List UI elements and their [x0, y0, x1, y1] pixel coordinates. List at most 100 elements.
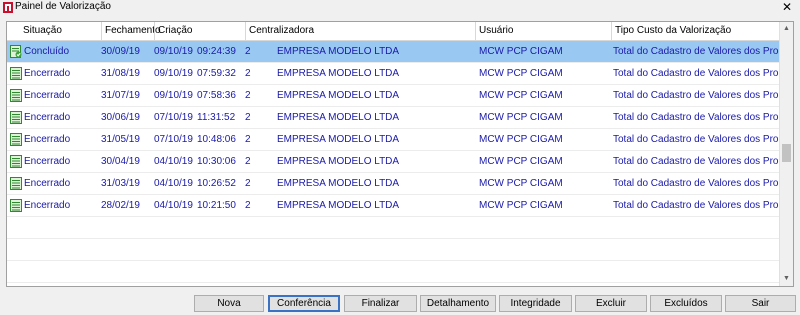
cell-situacao: Encerrado	[24, 134, 71, 145]
cell-situacao: Encerrado	[24, 112, 71, 123]
cell-fechamento: 31/03/19	[101, 178, 140, 189]
cell-tipo-custo: Total do Cadastro de Valores dos Process…	[613, 68, 794, 79]
scrollbar-thumb[interactable]	[782, 144, 791, 162]
column-header-fechamento[interactable]: Fechamento	[101, 22, 161, 40]
cell-tipo-custo: Total do Cadastro de Valores dos Process…	[613, 112, 794, 123]
cell-criacao-hora: 07:59:32	[197, 68, 236, 79]
cell-criacao-data: 04/10/19	[154, 200, 193, 211]
table-row[interactable]: Encerrado 30/06/19 07/10/19 11:31:52 2 EMPRES…	[7, 107, 793, 129]
cell-centralizadora-nome: EMPRESA MODELO LTDA	[277, 200, 400, 211]
document-icon	[10, 155, 22, 168]
cell-centralizadora-nome: EMPRESA MODELO LTDA	[277, 134, 400, 145]
cell-centralizadora-nome: EMPRESA MODELO LTDA	[277, 90, 400, 101]
valorizacao-grid[interactable]: Situação Fechamento Criação Centralizado…	[6, 21, 794, 287]
cell-fechamento: 31/08/19	[101, 68, 140, 79]
cell-usuario: MCW PCP CIGAM	[479, 46, 563, 57]
cell-usuario: MCW PCP CIGAM	[479, 200, 563, 211]
table-row[interactable]: Encerrado 31/05/19 07/10/19 10:48:06 2 EMPRES…	[7, 129, 793, 151]
cell-fechamento: 30/09/19	[101, 46, 140, 57]
cell-tipo-custo: Total do Cadastro de Valores dos Process…	[613, 200, 794, 211]
column-header-situacao[interactable]: Situação	[7, 22, 101, 40]
table-row[interactable]: Concluído 30/09/19 09/10/19 09:24:39 2 EMPRES…	[7, 41, 793, 63]
cell-tipo-custo: Total do Cadastro de Valores dos Process…	[613, 46, 794, 57]
empty-row	[7, 261, 779, 283]
cell-tipo-custo: Total do Cadastro de Valores dos Process…	[613, 90, 794, 101]
column-header-usuario[interactable]: Usuário	[475, 22, 611, 40]
grid-header: Situação Fechamento Criação Centralizado…	[7, 22, 779, 41]
cell-criacao-hora: 10:30:06	[197, 156, 236, 167]
cell-centralizadora-cod: 2	[245, 90, 251, 101]
cell-centralizadora-nome: EMPRESA MODELO LTDA	[277, 112, 400, 123]
grid-rows: Concluído 30/09/19 09/10/19 09:24:39 2 EMPRES…	[7, 41, 793, 286]
cell-usuario: MCW PCP CIGAM	[479, 156, 563, 167]
cell-usuario: MCW PCP CIGAM	[479, 90, 563, 101]
close-button[interactable]: ✕	[774, 0, 800, 15]
cell-fechamento: 30/04/19	[101, 156, 140, 167]
cell-centralizadora-cod: 2	[245, 68, 251, 79]
cell-centralizadora-cod: 2	[245, 134, 251, 145]
cell-tipo-custo: Total do Cadastro de Valores dos Process…	[613, 134, 794, 145]
cell-centralizadora-nome: EMPRESA MODELO LTDA	[277, 46, 400, 57]
table-row[interactable]: Encerrado 31/03/19 04/10/19 10:26:52 2 EMPRES…	[7, 173, 793, 195]
document-icon	[10, 67, 22, 80]
cell-criacao-hora: 10:48:06	[197, 134, 236, 145]
vertical-scrollbar[interactable]: ▲ ▼	[779, 22, 793, 286]
cell-centralizadora-cod: 2	[245, 200, 251, 211]
integridade-button[interactable]: Integridade	[499, 295, 572, 312]
table-row[interactable]: Encerrado 28/02/19 04/10/19 10:21:50 2 EMPRES…	[7, 195, 793, 217]
empty-row	[7, 217, 779, 239]
column-header-tipo-custo[interactable]: Tipo Custo da Valorização	[611, 22, 779, 40]
column-header-centralizadora[interactable]: Centralizadora	[245, 22, 475, 40]
cell-criacao-data: 09/10/19	[154, 90, 193, 101]
nova-button[interactable]: Nova	[194, 295, 264, 312]
cell-fechamento: 28/02/19	[101, 200, 140, 211]
cell-criacao-data: 07/10/19	[154, 112, 193, 123]
cell-centralizadora-nome: EMPRESA MODELO LTDA	[277, 178, 400, 189]
cell-usuario: MCW PCP CIGAM	[479, 68, 563, 79]
document-icon	[10, 133, 22, 146]
cell-criacao-data: 04/10/19	[154, 178, 193, 189]
document-icon	[10, 199, 22, 212]
cell-fechamento: 31/05/19	[101, 134, 140, 145]
cell-tipo-custo: Total do Cadastro de Valores dos Process…	[613, 178, 794, 189]
table-row[interactable]: Encerrado 30/04/19 04/10/19 10:30:06 2 EMPRES…	[7, 151, 793, 173]
cell-centralizadora-nome: EMPRESA MODELO LTDA	[277, 156, 400, 167]
cell-usuario: MCW PCP CIGAM	[479, 178, 563, 189]
excluir-button[interactable]: Excluir	[575, 295, 647, 312]
cell-situacao: Encerrado	[24, 68, 71, 79]
cell-criacao-data: 09/10/19	[154, 68, 193, 79]
empty-row	[7, 239, 779, 261]
app-logo-icon	[3, 2, 13, 13]
sair-button[interactable]: Sair	[725, 295, 796, 312]
scroll-up-arrow-icon[interactable]: ▲	[780, 22, 793, 36]
cell-centralizadora-cod: 2	[245, 112, 251, 123]
table-row[interactable]: Encerrado 31/08/19 09/10/19 07:59:32 2 EMPRES…	[7, 63, 793, 85]
cell-criacao-data: 09/10/19	[154, 46, 193, 57]
cell-fechamento: 30/06/19	[101, 112, 140, 123]
finalizar-button[interactable]: Finalizar	[344, 295, 417, 312]
empty-row	[7, 283, 779, 286]
action-button-bar: Nova Conferência Finalizar Detalhamento …	[0, 295, 800, 313]
detalhamento-button[interactable]: Detalhamento	[420, 295, 496, 312]
document-icon	[10, 111, 22, 124]
excluidos-button[interactable]: Excluídos	[650, 295, 722, 312]
cell-situacao: Concluído	[24, 46, 70, 57]
table-row[interactable]: Encerrado 31/07/19 09/10/19 07:58:36 2 EMPRES…	[7, 85, 793, 107]
cell-criacao-hora: 11:31:52	[197, 112, 236, 123]
cell-centralizadora-nome: EMPRESA MODELO LTDA	[277, 68, 400, 79]
scroll-down-arrow-icon[interactable]: ▼	[780, 272, 793, 286]
cell-criacao-hora: 10:26:52	[197, 178, 236, 189]
cell-usuario: MCW PCP CIGAM	[479, 134, 563, 145]
document-check-icon	[10, 45, 22, 58]
cell-criacao-data: 04/10/19	[154, 156, 193, 167]
cell-tipo-custo: Total do Cadastro de Valores dos Process…	[613, 156, 794, 167]
document-icon	[10, 177, 22, 190]
cell-fechamento: 31/07/19	[101, 90, 140, 101]
conferencia-button[interactable]: Conferência	[268, 295, 340, 312]
column-header-criacao[interactable]: Criação	[154, 22, 245, 40]
cell-criacao-hora: 07:58:36	[197, 90, 236, 101]
cell-situacao: Encerrado	[24, 156, 71, 167]
window-title: Painel de Valorização	[15, 1, 111, 12]
cell-situacao: Encerrado	[24, 90, 71, 101]
cell-criacao-hora: 09:24:39	[197, 46, 236, 57]
